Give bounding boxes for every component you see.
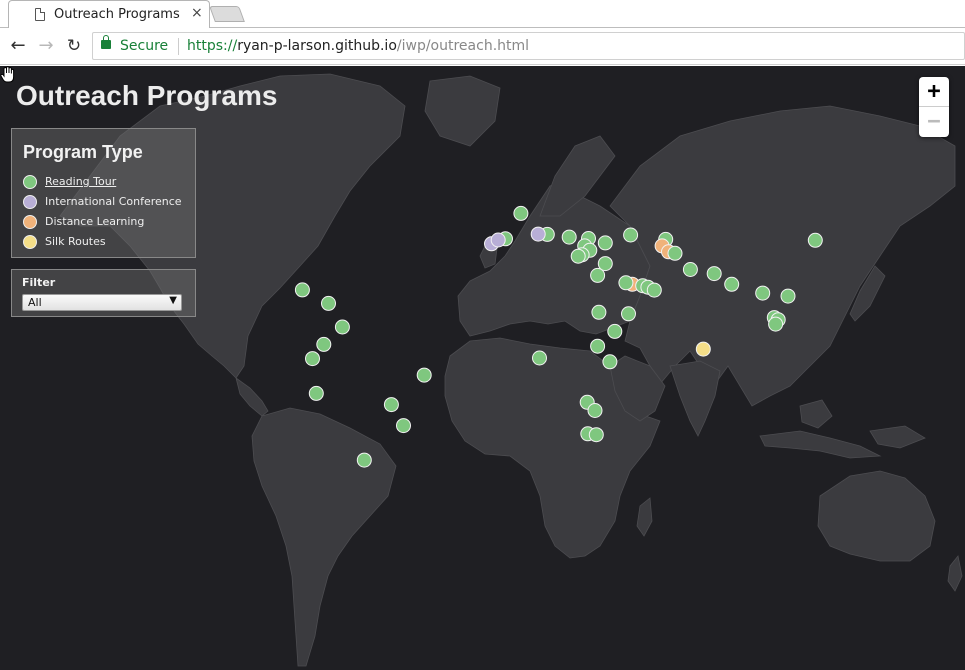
tab-title: Outreach Programs — [54, 7, 180, 22]
filter-label: Filter — [22, 276, 56, 289]
program-marker[interactable] — [532, 350, 547, 366]
program-marker[interactable] — [607, 323, 623, 339]
program-marker[interactable] — [695, 341, 711, 357]
program-marker[interactable] — [590, 267, 606, 283]
program-marker[interactable] — [294, 282, 310, 298]
legend-title: Program Type — [23, 142, 143, 162]
program-marker[interactable] — [682, 262, 698, 277]
legend-label[interactable]: Silk Routes — [45, 235, 106, 248]
legend-label[interactable]: Distance Learning — [45, 215, 144, 228]
program-marker[interactable] — [416, 367, 432, 383]
hand-cursor-icon — [0, 66, 15, 83]
program-marker[interactable] — [667, 245, 683, 261]
program-marker[interactable] — [597, 235, 613, 251]
close-tab-icon[interactable]: × — [191, 5, 203, 21]
new-zealand-land — [947, 555, 963, 592]
new-tab-button[interactable] — [209, 6, 245, 22]
program-marker[interactable] — [591, 304, 607, 320]
map-title: Outreach Programs — [16, 80, 278, 111]
program-marker[interactable] — [570, 248, 586, 264]
zoom-in-button[interactable]: + — [919, 77, 949, 107]
borneo-land — [799, 399, 833, 429]
zoom-control: + − — [919, 77, 949, 137]
distance-learning-swatch — [23, 215, 37, 229]
silk-routes-swatch — [23, 235, 37, 249]
program-marker[interactable] — [621, 306, 636, 322]
new-guinea-land — [869, 425, 926, 449]
program-marker[interactable] — [356, 452, 372, 468]
central-america-land — [235, 377, 269, 417]
url-text: https://ryan-p-larson.github.io/iwp/outr… — [187, 38, 529, 54]
program-marker[interactable] — [646, 282, 662, 298]
url-path: /iwp/outreach.html — [396, 38, 530, 54]
lock-icon — [101, 35, 111, 49]
program-marker[interactable] — [768, 316, 784, 332]
legend-item-silk-routes[interactable]: Silk Routes — [23, 233, 193, 251]
program-marker[interactable] — [513, 205, 529, 221]
legend-item-international-conference[interactable]: International Conference — [23, 193, 193, 211]
reload-icon[interactable]: ↻ — [62, 34, 86, 58]
world-map[interactable]: Outreach Programs Program Type Reading T… — [0, 66, 965, 670]
legend-label[interactable]: International Conference — [45, 195, 182, 208]
reading-tour-swatch — [23, 175, 37, 189]
program-marker[interactable] — [807, 232, 823, 248]
filter-select[interactable]: All ▼ — [22, 294, 182, 311]
program-marker[interactable] — [561, 229, 577, 245]
url-scheme: https:// — [187, 38, 238, 54]
zoom-out-button[interactable]: − — [919, 107, 949, 137]
browser-toolbar: ← → ↻ Secure https://ryan-p-larson.githu… — [0, 28, 965, 65]
program-marker[interactable] — [602, 354, 618, 370]
legend-label[interactable]: Reading Tour — [45, 175, 116, 188]
program-marker[interactable] — [490, 232, 506, 248]
document-icon — [35, 8, 45, 21]
program-marker[interactable] — [618, 275, 634, 291]
india-land — [669, 360, 721, 437]
program-marker[interactable] — [780, 288, 796, 304]
program-marker[interactable] — [623, 227, 639, 243]
omnibox-divider — [178, 38, 179, 55]
address-bar[interactable]: Secure https://ryan-p-larson.github.io/i… — [92, 32, 965, 60]
greenland-land — [424, 75, 501, 147]
madagascar-land — [636, 497, 653, 537]
program-marker[interactable] — [334, 319, 350, 335]
program-marker[interactable] — [308, 385, 324, 401]
program-marker[interactable] — [706, 266, 722, 282]
browser-tab[interactable]: Outreach Programs × — [8, 0, 210, 28]
program-marker[interactable] — [588, 427, 604, 443]
australia-land — [817, 470, 936, 562]
south-america-land — [251, 407, 397, 667]
program-marker[interactable] — [316, 336, 332, 352]
asia-land — [609, 105, 956, 407]
url-host: ryan-p-larson.github.io — [237, 38, 397, 54]
legend-panel: Program Type Reading Tour International … — [11, 128, 196, 258]
program-marker[interactable] — [321, 295, 336, 311]
filter-selected-value: All — [28, 296, 42, 309]
legend-item-distance-learning[interactable]: Distance Learning — [23, 213, 193, 231]
international-conference-swatch — [23, 195, 37, 209]
program-marker[interactable] — [305, 351, 320, 367]
program-marker[interactable] — [383, 397, 399, 413]
secure-label: Secure — [120, 38, 169, 54]
forward-arrow-icon[interactable]: → — [34, 34, 58, 58]
dropdown-arrow-icon: ▼ — [169, 295, 177, 306]
program-marker[interactable] — [587, 403, 603, 418]
indonesia-land — [759, 430, 882, 459]
program-marker[interactable] — [396, 418, 411, 434]
program-marker[interactable] — [724, 276, 740, 292]
program-marker[interactable] — [755, 285, 771, 301]
program-marker[interactable] — [590, 338, 606, 354]
back-arrow-icon[interactable]: ← — [6, 34, 30, 58]
legend-item-reading-tour[interactable]: Reading Tour — [23, 173, 193, 191]
program-marker[interactable] — [530, 226, 546, 242]
filter-panel: Filter All ▼ — [11, 269, 196, 317]
tab-strip: Outreach Programs × — [0, 0, 965, 28]
